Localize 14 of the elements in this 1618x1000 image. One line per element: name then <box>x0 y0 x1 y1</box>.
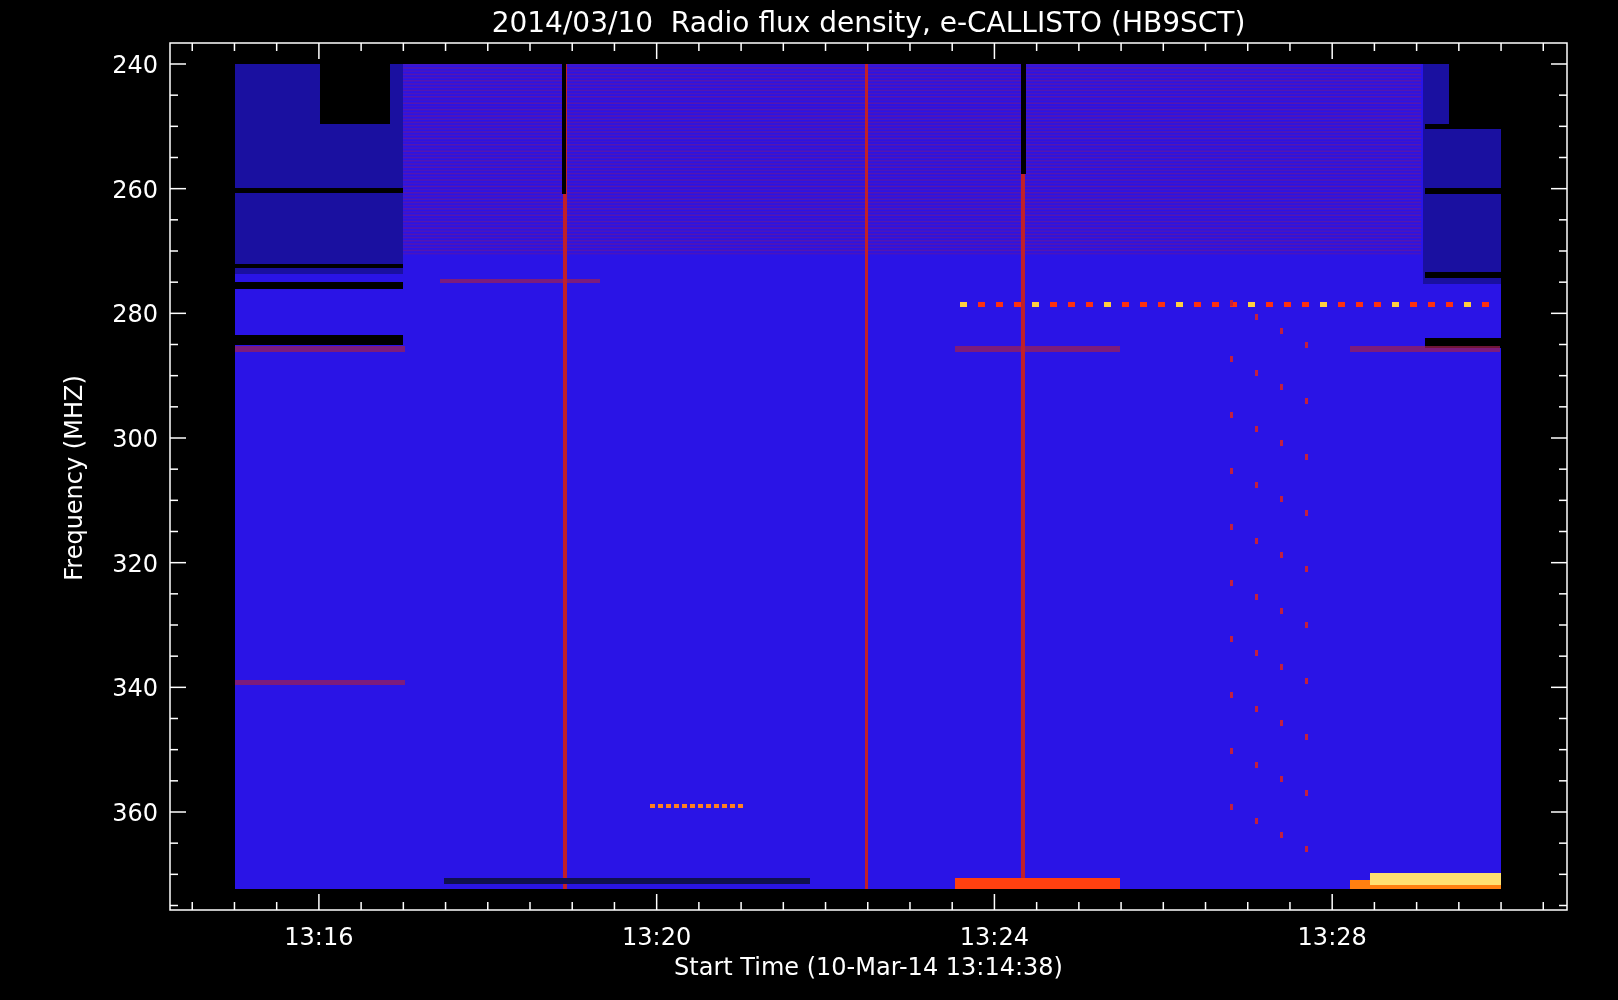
y-tick-label: 280 <box>112 300 158 329</box>
x-tick-label: 13:28 <box>1297 923 1367 951</box>
x-tick-label: 13:16 <box>284 923 354 951</box>
y-tick-label: 240 <box>112 51 158 79</box>
y-tick-label: 300 <box>112 425 158 453</box>
y-tick-label: 320 <box>112 549 158 578</box>
y-tick-label: 360 <box>112 799 158 827</box>
y-tick-label: 260 <box>112 175 158 204</box>
x-axis-label: Start Time (10-Mar-14 13:14:38) <box>674 953 1063 981</box>
y-tick-label: 340 <box>112 674 158 703</box>
chart-title: 2014/03/10 Radio flux density, e-CALLISTO (HB9SCT) <box>491 6 1246 39</box>
y-axis-label: Frequency (MHZ) <box>60 375 88 581</box>
x-tick-label: 13:24 <box>959 923 1029 951</box>
x-tick-label: 13:20 <box>622 923 692 951</box>
